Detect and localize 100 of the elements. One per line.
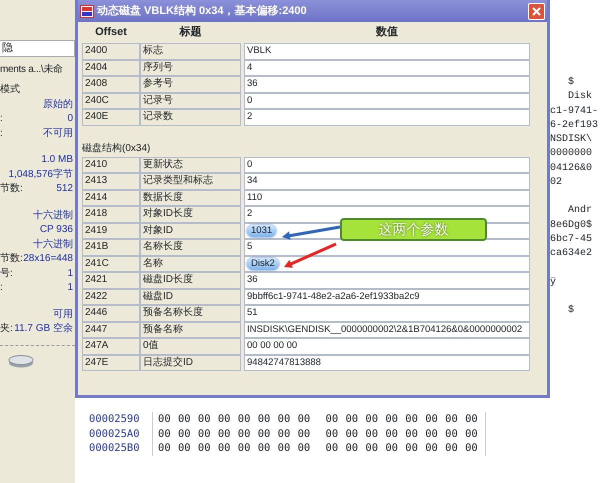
- title-cell: 标志: [140, 43, 241, 60]
- hex-byte: 00: [298, 412, 312, 426]
- title-cell: 0值: [140, 338, 241, 354]
- text-dump-line: c1-9741-: [550, 104, 600, 119]
- hex-byte: 00: [385, 426, 399, 441]
- value-cell: 36: [244, 272, 530, 288]
- hex-byte: 00: [158, 441, 172, 456]
- property-label: :: [0, 281, 3, 295]
- disk-drive-icon: [8, 354, 34, 368]
- hex-byte: 00: [298, 426, 312, 441]
- value-cell: 0: [244, 92, 530, 109]
- hex-byte: 00: [198, 426, 212, 441]
- property-value: 原始的: [43, 98, 73, 112]
- hex-byte: 00: [278, 441, 292, 456]
- title-cell: 数据长度: [140, 190, 241, 206]
- title-cell: 记录数: [140, 109, 241, 126]
- title-cell: 名称: [140, 256, 241, 272]
- hex-address: 000025B0: [88, 441, 141, 456]
- hex-byte: 00: [178, 441, 192, 456]
- offset-cell: 2404: [82, 60, 140, 76]
- title-cell: 记录类型和标志: [140, 173, 241, 190]
- offset-cell: 241B: [82, 239, 140, 256]
- offset-cell: 247A: [82, 338, 140, 354]
- offset-cell: 240E: [82, 109, 140, 126]
- hex-byte: 00: [365, 441, 380, 456]
- column-header: 标题: [178, 24, 202, 40]
- hex-byte: 00: [445, 412, 459, 426]
- title-cell: 磁盘ID长度: [140, 272, 241, 288]
- hex-byte: 00: [158, 412, 172, 426]
- text-dump-line: NSDISK\: [550, 133, 594, 148]
- hex-byte: 00: [425, 426, 439, 441]
- text-dump-line: 6bc7-45: [550, 232, 594, 247]
- hex-byte: 00: [345, 426, 360, 441]
- hex-byte: 00: [425, 412, 439, 426]
- hex-byte: 00: [326, 441, 340, 456]
- value-cell: 94842747813888: [244, 354, 530, 371]
- title-cell: 对象ID: [140, 222, 241, 239]
- property-label: 节数:: [0, 252, 23, 266]
- column-header: Offset: [94, 25, 128, 40]
- text-dump-line: ÿ: [550, 276, 558, 290]
- title-cell: 预备名称长度: [140, 305, 241, 322]
- hex-byte: 00: [258, 441, 272, 456]
- hex-byte: 00: [326, 426, 340, 441]
- hex-byte: 00: [218, 426, 232, 441]
- close-button[interactable]: [528, 2, 545, 20]
- hex-byte: 00: [258, 412, 272, 426]
- text-dump-line: 04126&0: [550, 162, 594, 176]
- hex-byte: 00: [218, 412, 232, 426]
- hex-byte: 00: [465, 441, 479, 456]
- hex-byte: 00: [385, 441, 399, 456]
- offset-cell: 2410: [82, 156, 140, 173]
- offset-cell: 2418: [82, 206, 140, 222]
- offset-cell: 2421: [82, 272, 140, 288]
- value-cell: 110: [244, 190, 530, 206]
- text-dump-line: $: [567, 76, 576, 90]
- hex-byte: 00: [365, 426, 380, 441]
- column-header: 数值: [374, 25, 399, 40]
- hex-byte: 00: [385, 412, 399, 426]
- hex-byte: 00: [278, 426, 292, 441]
- property-value: 1: [67, 266, 73, 280]
- hex-byte: 00: [465, 426, 479, 441]
- title-cell: 名称长度: [140, 239, 241, 256]
- hex-byte: 00: [405, 426, 419, 441]
- title-cell: 更新状态: [140, 156, 241, 173]
- hex-byte: 00: [238, 426, 252, 441]
- property-value: CP 936: [40, 223, 73, 237]
- property-value: 十六进制: [33, 238, 73, 252]
- value-cell: 51: [244, 305, 530, 322]
- property-value: 28x16=448: [23, 252, 73, 266]
- property-label: :: [0, 112, 3, 126]
- window-title: 动态磁盘 VBLK结构 0x34，基本偏移:2400: [97, 4, 307, 19]
- hex-byte: 00: [326, 412, 340, 426]
- property-label: 模式: [0, 83, 20, 97]
- offset-cell: 2419: [82, 222, 140, 239]
- property-label: 节数:: [0, 182, 23, 196]
- property-value: 可用: [53, 308, 73, 322]
- highlighted-value: 1031: [247, 224, 276, 236]
- offset-cell: 2414: [82, 190, 140, 206]
- hex-byte: 00: [178, 426, 192, 441]
- hex-byte: 00: [178, 412, 192, 426]
- text-dump-line: Andr: [567, 204, 594, 218]
- text-dump-line: 8e6Dg0$: [550, 218, 594, 233]
- offset-cell: 2408: [82, 76, 140, 92]
- hex-byte: 00: [425, 441, 439, 456]
- value-cell: 2: [244, 109, 530, 126]
- value-cell: INSDISK\GENDISK__0000000002\2&1B704126&0&0000000002: [244, 322, 530, 338]
- title-cell: 磁盘ID: [140, 288, 241, 305]
- value-cell: 00 00 00 00: [244, 338, 530, 354]
- property-value: 512: [56, 182, 73, 196]
- property-value: 1.0 MB: [41, 153, 73, 167]
- offset-cell: 2400: [82, 43, 140, 60]
- value-cell: 5: [244, 239, 530, 256]
- offset-cell: 2413: [82, 173, 140, 190]
- callout-label: 这两个参数: [340, 218, 487, 241]
- hex-byte: 00: [218, 441, 232, 456]
- field-value: 隐: [0, 40, 75, 57]
- highlighted-value: Disk2: [247, 258, 279, 270]
- pointer-arrow: [284, 242, 337, 268]
- property-value: 不可用: [43, 126, 73, 140]
- hex-byte: 00: [158, 426, 172, 441]
